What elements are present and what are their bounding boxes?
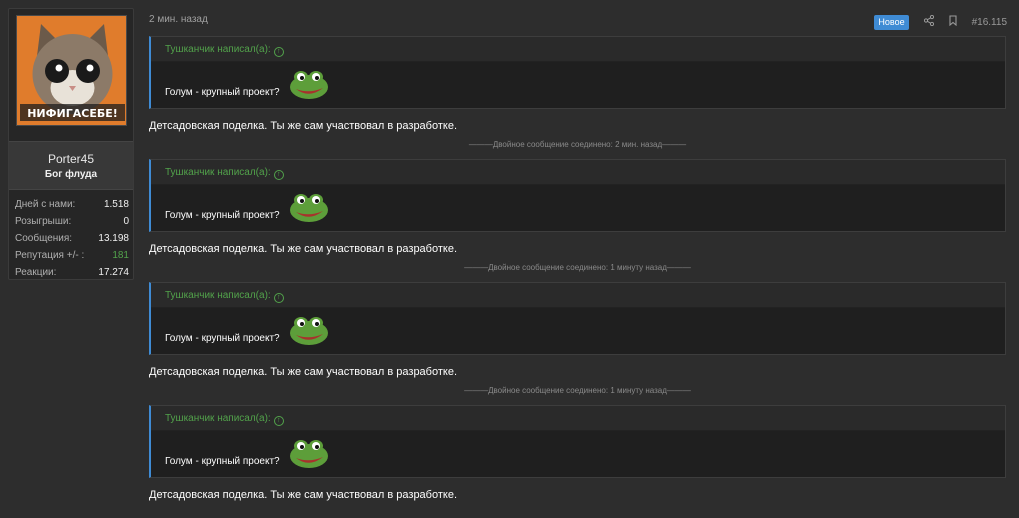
merge-notice: ———Двойное сообщение соединено: 1 минуту… (464, 263, 691, 272)
quote-text: Голум - крупный проект? (165, 210, 280, 221)
avatar-caption: НИФИГАСЕБЕ! (27, 107, 118, 120)
stat-label: Реакции: (15, 267, 57, 278)
user-card: НИФИГАСЕБЕ! Porter45 Бог флуда Дней с на… (8, 8, 134, 280)
quote-text: Голум - крупный проект? (165, 333, 280, 344)
quote-body: Голум - крупный проект? (151, 62, 1005, 108)
pepe-smiley-icon (290, 71, 328, 99)
pepe-smiley-icon (290, 440, 328, 468)
new-badge: Новое (874, 15, 909, 30)
stat-reputation: Репутация +/- : 181 (15, 247, 129, 264)
stat-giveaways: Розыгрыши: 0 (15, 213, 129, 230)
user-header: Porter45 Бог флуда (9, 141, 133, 190)
reply-text: Детсадовская поделка. Ты же сам участвов… (149, 243, 457, 255)
quote-author[interactable]: Тушканчик написал(а): (165, 167, 271, 178)
reply-text: Детсадовская поделка. Ты же сам участвов… (149, 366, 457, 378)
reply-text: Детсадовская поделка. Ты же сам участвов… (149, 120, 457, 132)
quote-block: Тушканчик написал(а): ↑ Голум - крупный п… (149, 159, 1006, 232)
quote-block: Тушканчик написал(а): ↑ Голум - крупный п… (149, 36, 1006, 109)
stat-label: Розыгрыши: (15, 216, 72, 227)
message-segment: Тушканчик написал(а): ↑ Голум - крупный п… (149, 36, 1006, 132)
quote-author[interactable]: Тушканчик написал(а): (165, 44, 271, 55)
bookmark-icon[interactable] (949, 15, 957, 30)
share-icon[interactable] (923, 14, 934, 30)
arrow-up-icon[interactable]: ↑ (273, 293, 284, 303)
quote-author[interactable]: Тушканчик написал(а): (165, 290, 271, 301)
stat-value: 17.274 (98, 267, 129, 278)
post-number-link[interactable]: #16.115 (972, 17, 1007, 28)
post-actions: Новое #16.115 (874, 14, 1007, 30)
quote-author[interactable]: Тушканчик написал(а): (165, 413, 271, 424)
stat-label: Дней с нами: (15, 199, 76, 210)
quote-block: Тушканчик написал(а): ↑ Голум - крупный п… (149, 405, 1006, 478)
arrow-up-icon[interactable]: ↑ (273, 170, 284, 180)
user-title: Бог флуда (44, 169, 98, 180)
stat-reactions: Реакции: 17.274 (15, 264, 129, 281)
quote-body: Голум - крупный проект? (151, 431, 1005, 477)
arrow-up-icon[interactable]: ↑ (273, 416, 284, 426)
pepe-smiley-icon (290, 317, 328, 345)
post-timestamp[interactable]: 2 мин. назад (149, 14, 208, 25)
stat-messages: Сообщения: 13.198 (15, 230, 129, 247)
username-link[interactable]: Porter45 (9, 152, 133, 166)
stat-label: Репутация +/- : (15, 250, 85, 261)
quote-header[interactable]: Тушканчик написал(а): ↑ (151, 283, 1005, 308)
quote-header[interactable]: Тушканчик написал(а): ↑ (151, 406, 1005, 431)
stat-label: Сообщения: (15, 233, 73, 244)
stat-value: 13.198 (98, 233, 129, 244)
arrow-up-icon[interactable]: ↑ (273, 47, 284, 57)
merge-notice: ———Двойное сообщение соединено: 2 мин. н… (468, 140, 687, 149)
quote-text: Голум - крупный проект? (165, 87, 280, 98)
quote-header[interactable]: Тушканчик написал(а): ↑ (151, 160, 1005, 185)
avatar-cat-image: НИФИГАСЕБЕ! (17, 16, 126, 125)
stat-days: Дней с нами: 1.518 (15, 196, 129, 213)
quote-body: Голум - крупный проект? (151, 308, 1005, 354)
quote-body: Голум - крупный проект? (151, 185, 1005, 231)
user-stats: Дней с нами: 1.518 Розыгрыши: 0 Сообщени… (15, 196, 129, 281)
message-segment: Тушканчик написал(а): ↑ Голум - крупный п… (149, 405, 1006, 501)
quote-text: Голум - крупный проект? (165, 456, 280, 467)
reply-text: Детсадовская поделка. Ты же сам участвов… (149, 489, 457, 501)
stat-value: 181 (112, 250, 129, 261)
stat-value: 0 (123, 216, 129, 227)
message-segment: Тушканчик написал(а): ↑ Голум - крупный п… (149, 282, 1006, 378)
quote-header[interactable]: Тушканчик написал(а): ↑ (151, 37, 1005, 62)
quote-block: Тушканчик написал(а): ↑ Голум - крупный п… (149, 282, 1006, 355)
stat-value: 1.518 (103, 199, 129, 210)
message-segment: Тушканчик написал(а): ↑ Голум - крупный п… (149, 159, 1006, 255)
avatar[interactable]: НИФИГАСЕБЕ! (16, 15, 127, 126)
merge-notice: ———Двойное сообщение соединено: 1 минуту… (464, 386, 691, 395)
pepe-smiley-icon (290, 194, 328, 222)
